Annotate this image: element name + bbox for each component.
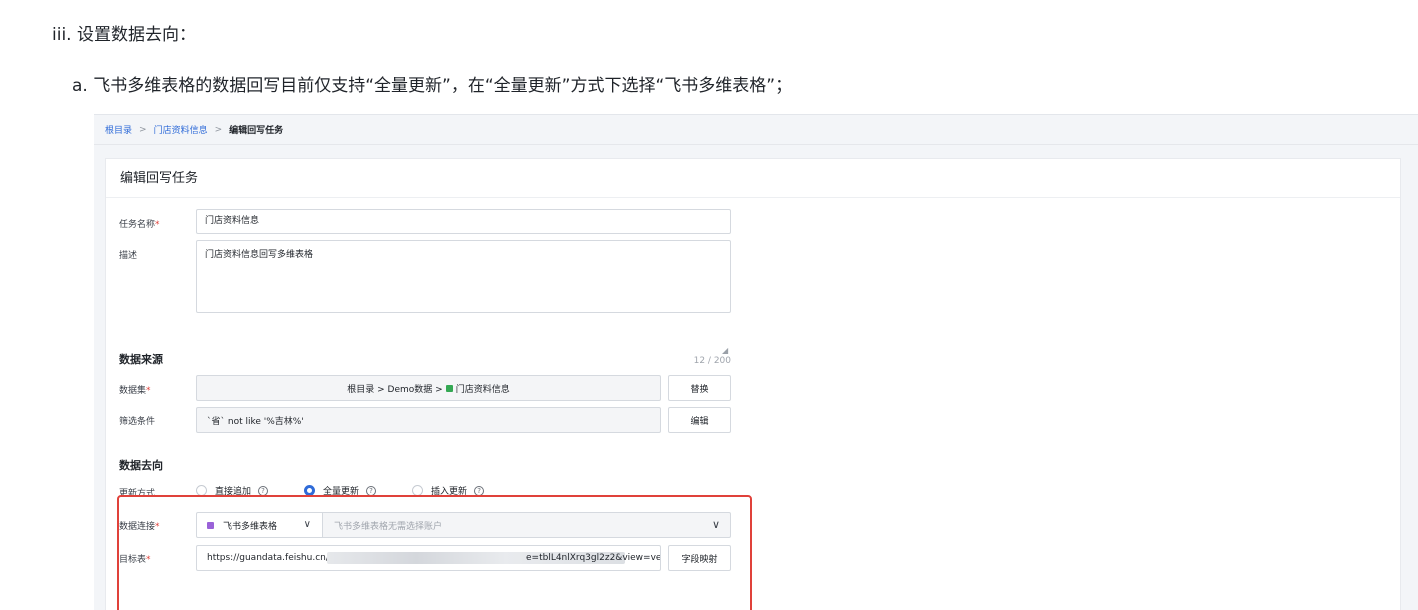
data-target-heading: 数据去向 xyxy=(119,459,163,472)
dataset-name: 门店资料信息 xyxy=(455,384,510,395)
help-icon[interactable]: ? xyxy=(258,485,269,496)
edit-task-panel: 编辑回写任务 任务名称* 门店资料信息 描述 门店资料信息回写多维表格 ◢ 12… xyxy=(105,158,1401,610)
description-textarea[interactable]: 门店资料信息回写多维表格 xyxy=(196,240,731,313)
task-name-label: 任务名称* xyxy=(119,220,160,230)
screenshot-frame: 根目录 > 门店资料信息 > 编辑回写任务 编辑回写任务 任务名称* 门店资料信… xyxy=(94,114,1418,610)
help-icon[interactable]: ? xyxy=(366,485,377,496)
resize-handle-icon[interactable]: ◢ xyxy=(722,346,728,355)
breadcrumb-current: 编辑回写任务 xyxy=(229,126,284,136)
breadcrumb-separator: > xyxy=(214,124,223,135)
filter-label: 筛选条件 xyxy=(119,417,156,427)
description-label: 描述 xyxy=(119,251,138,261)
breadcrumb-dataset[interactable]: 门店资料信息 xyxy=(154,123,208,136)
breadcrumb-separator: > xyxy=(139,124,147,135)
doc-substep-text: a. 飞书多维表格的数据回写目前仅支持“全量更新”，在“全量更新”方式下选择“飞… xyxy=(72,76,793,96)
breadcrumb: 根目录 > 门店资料信息 > 编辑回写任务 xyxy=(94,115,1418,145)
panel-title: 编辑回写任务 xyxy=(106,159,1400,198)
task-name-input[interactable]: 门店资料信息 xyxy=(196,209,731,234)
replace-button[interactable]: 替换 xyxy=(668,375,731,401)
sheet-icon xyxy=(445,384,453,392)
dataset-path: 根目录 > Demo数据 > 门店资料信息 xyxy=(196,375,661,401)
dataset-label: 数据集* xyxy=(119,386,151,396)
dataset-path-text: 根目录 > Demo数据 > xyxy=(347,384,443,395)
help-icon[interactable]: ? xyxy=(474,485,485,496)
highlight-box xyxy=(117,495,752,610)
description-counter: 12 / 200 xyxy=(693,356,731,366)
breadcrumb-root[interactable]: 根目录 xyxy=(105,123,132,136)
data-source-heading: 数据来源 xyxy=(119,353,163,366)
filter-condition: `省` not like '%吉林%' xyxy=(196,407,661,433)
doc-step-heading: iii. 设置数据去向： xyxy=(52,25,196,45)
edit-filter-button[interactable]: 编辑 xyxy=(668,407,731,433)
